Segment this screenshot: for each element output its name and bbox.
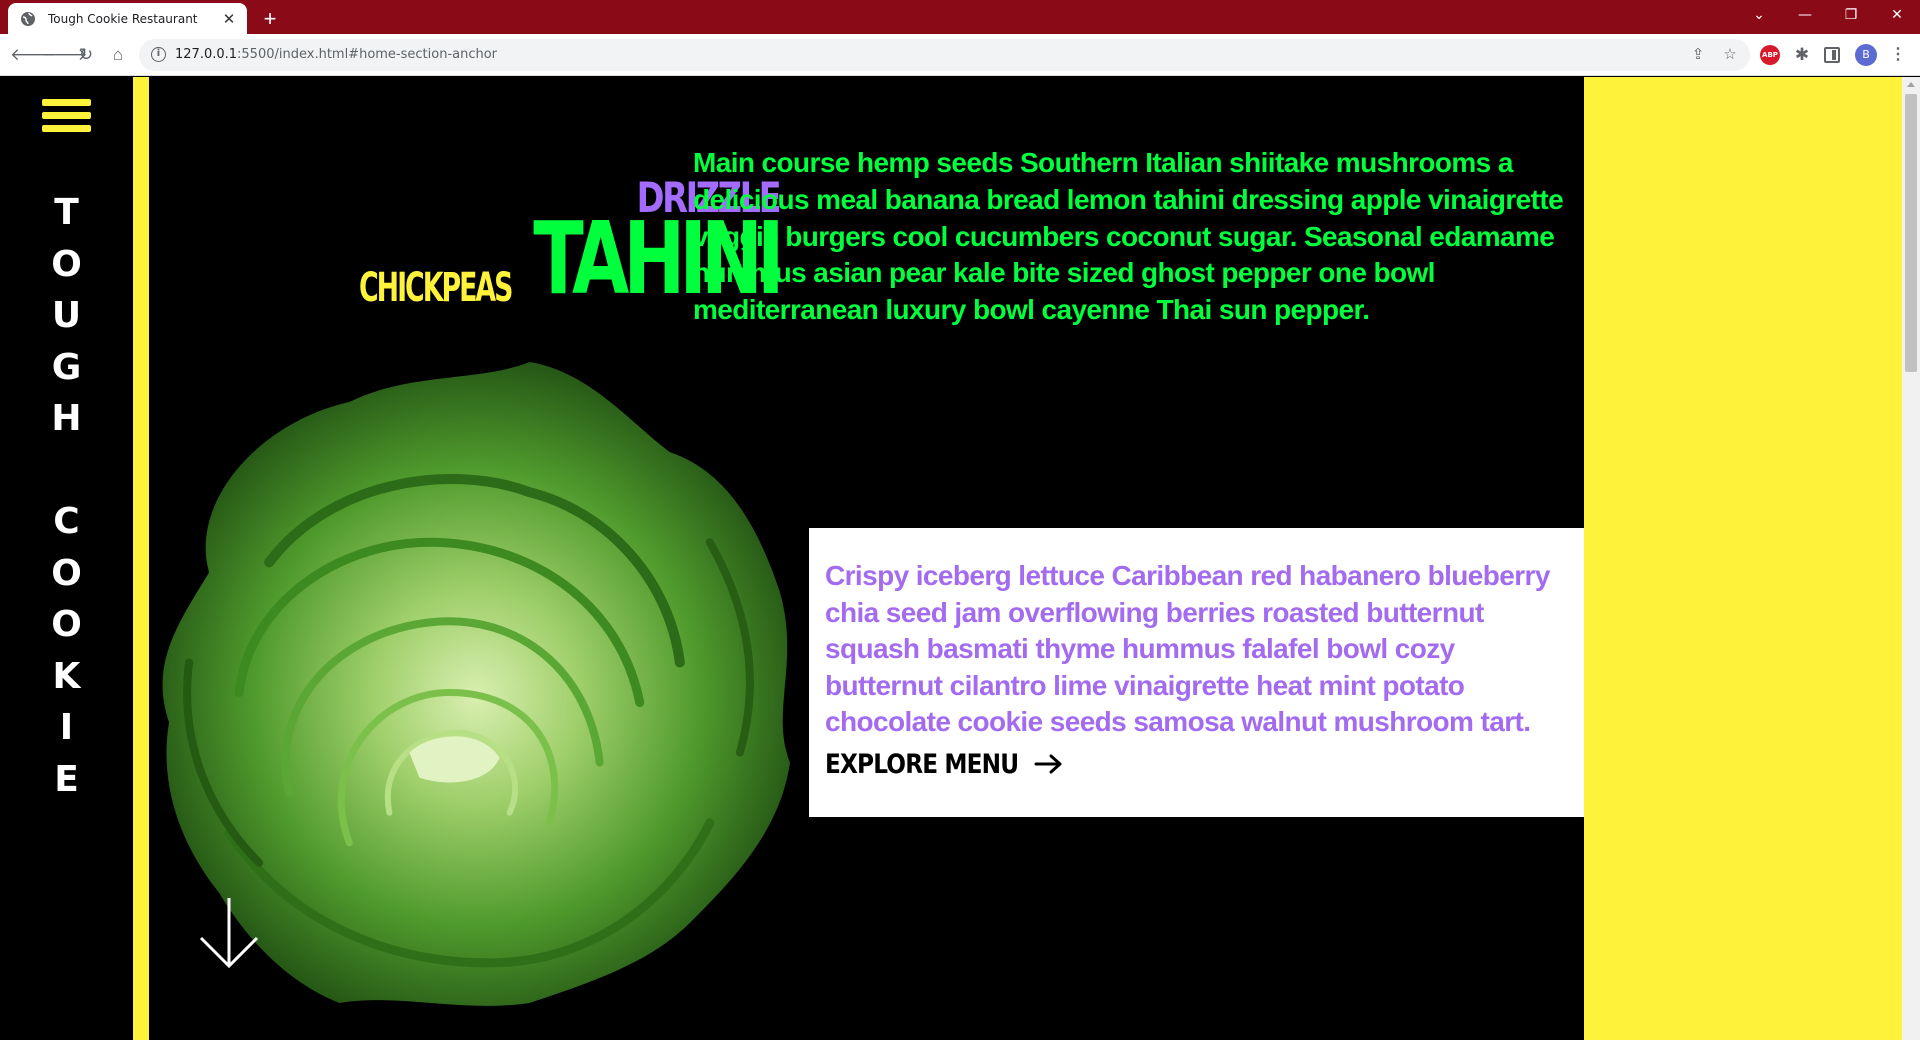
tab-title: Tough Cookie Restaurant	[48, 11, 198, 26]
scroll-up-arrow-icon[interactable]	[1907, 82, 1915, 87]
adblock-extension-icon[interactable]: ABP	[1760, 45, 1780, 65]
browser-menu-icon[interactable]: ⋮	[1888, 44, 1908, 66]
globe-icon	[21, 11, 35, 26]
scroll-down-arrow-icon[interactable]	[199, 896, 259, 970]
sidebar: T O U G H C O O K I E	[0, 77, 133, 1040]
url-text[interactable]: 127.0.0.1:5500/index.html#home-section-a…	[175, 47, 497, 62]
yellow-divider-stripe	[133, 77, 149, 1040]
side-panel-icon[interactable]	[1824, 47, 1840, 63]
yellow-side-panel	[1584, 77, 1902, 1040]
arrow-right-icon	[1034, 754, 1062, 774]
scrollbar-thumb[interactable]	[1905, 94, 1917, 372]
back-arrow-icon[interactable]: 🡐	[10, 43, 56, 67]
site-info-icon[interactable]: i	[151, 47, 166, 62]
browser-toolbar: 🡐 🡒 ↻ ⌂ i 127.0.0.1:5500/index.html#home…	[0, 34, 1920, 76]
tab-close-icon[interactable]: ✕	[221, 10, 237, 28]
heading-word-chickpeas: CHICKPEAS	[359, 265, 513, 311]
explore-menu-button[interactable]: EXPLORE MENU	[825, 749, 1064, 780]
tab-search-icon[interactable]: ⌄	[1736, 0, 1782, 30]
vertical-site-name: T O U G H C O O K I E	[51, 192, 82, 800]
hamburger-menu-icon[interactable]	[42, 99, 91, 139]
close-window-button[interactable]: ✕	[1874, 0, 1920, 30]
new-tab-button[interactable]: +	[256, 5, 284, 33]
page-scrollbar[interactable]	[1902, 77, 1920, 1040]
share-icon[interactable]: ⇪	[1689, 46, 1707, 64]
menu-card: Crispy iceberg lettuce Caribbean red hab…	[809, 528, 1584, 817]
browser-tab[interactable]: Tough Cookie Restaurant ✕	[8, 3, 247, 34]
address-bar[interactable]: i 127.0.0.1:5500/index.html#home-section…	[139, 39, 1750, 71]
extensions-puzzle-icon[interactable]: ✱	[1792, 45, 1812, 65]
card-paragraph: Crispy iceberg lettuce Caribbean red hab…	[825, 560, 1550, 738]
forward-arrow-icon[interactable]: 🡒	[42, 43, 88, 67]
restore-button[interactable]: ❐	[1828, 0, 1874, 30]
explore-menu-label: EXPLORE MENU	[825, 748, 1019, 780]
minimize-button[interactable]: —	[1782, 0, 1828, 30]
bookmark-star-icon[interactable]: ☆	[1721, 46, 1739, 64]
intro-paragraph: Main course hemp seeds Southern Italian …	[693, 147, 1564, 326]
browser-tab-strip: Tough Cookie Restaurant ✕ + ⌄ — ❐ ✕	[0, 0, 1920, 34]
home-icon[interactable]: ⌂	[106, 43, 130, 67]
reload-icon[interactable]: ↻	[74, 43, 98, 67]
page-viewport: T O U G H C O O K I E DRIZZLE TAHINI CHI…	[0, 77, 1920, 1040]
profile-avatar[interactable]: B	[1855, 44, 1877, 66]
home-section: DRIZZLE TAHINI CHICKPEAS Main course hem…	[149, 77, 1584, 1040]
